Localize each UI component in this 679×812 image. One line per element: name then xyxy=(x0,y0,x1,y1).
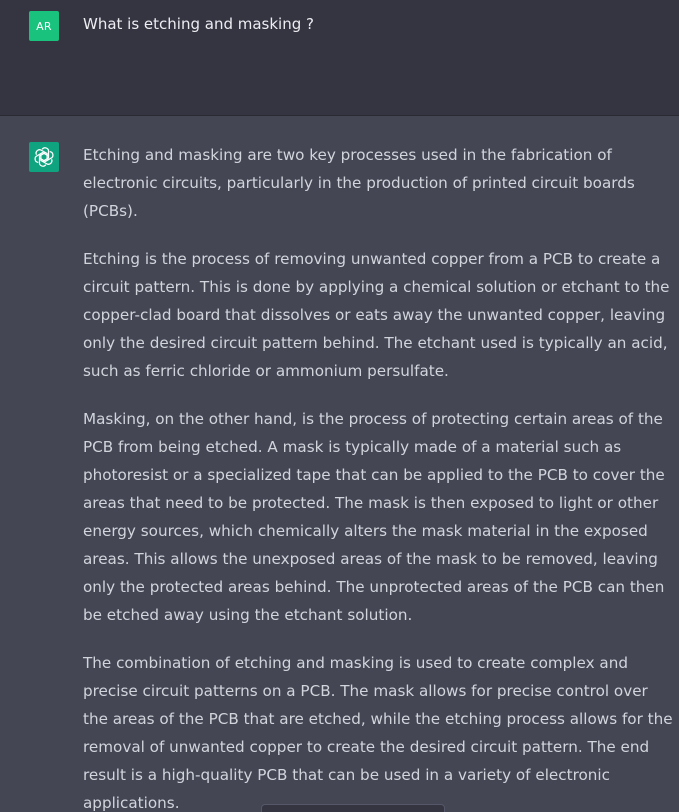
answer-paragraph: Etching and masking are two key processe… xyxy=(83,146,635,220)
assistant-message-row: Etching and masking are two key processe… xyxy=(0,116,679,812)
chat-page: AR What is etching and masking ? Etching… xyxy=(0,0,679,812)
openai-logo-icon xyxy=(29,142,59,172)
answer-paragraph: Masking, on the other hand, is the proce… xyxy=(83,410,665,624)
user-message-row: AR What is etching and masking ? xyxy=(0,0,679,116)
user-avatar-initials: AR xyxy=(36,19,52,33)
answer-paragraph: The combination of etching and masking i… xyxy=(83,654,673,812)
answer-paragraph: Etching is the process of removing unwan… xyxy=(83,250,670,380)
user-avatar: AR xyxy=(29,11,59,41)
regenerate-response-button[interactable] xyxy=(261,804,445,812)
assistant-message-text: Etching and masking are two key processe… xyxy=(83,141,673,812)
user-message-text: What is etching and masking ? xyxy=(83,15,314,33)
